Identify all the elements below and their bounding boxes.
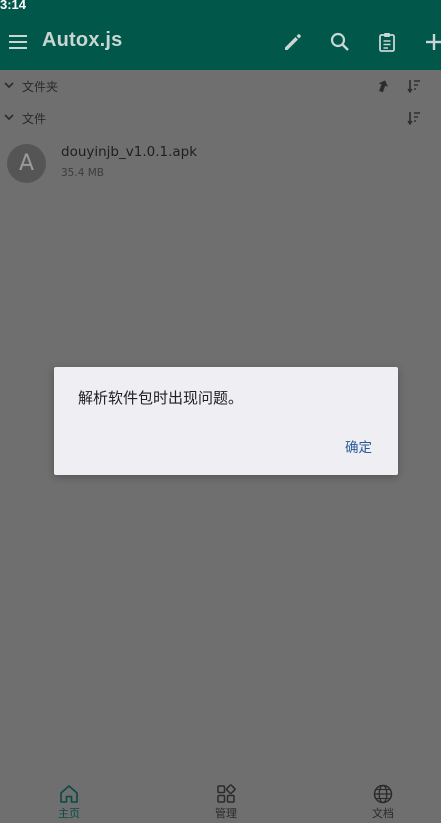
nav-item-docs[interactable]: 文档 (343, 775, 423, 823)
file-name: douyinjb_v1.0.1.apk (61, 144, 198, 160)
section-folders[interactable]: 文件夹 (0, 70, 441, 102)
status-bar: 3:14 (0, 0, 441, 14)
add-icon[interactable] (423, 31, 441, 53)
dialog-message: 解析软件包时出现问题。 (78, 389, 244, 407)
clipboard-icon[interactable] (376, 31, 398, 53)
list-item[interactable]: A douyinjb_v1.0.1.apk 35.4 MB (0, 134, 441, 190)
edit-icon[interactable] (282, 31, 304, 53)
file-size: 35.4 MB (61, 167, 104, 179)
menu-icon[interactable] (9, 35, 27, 49)
ok-button[interactable]: 确定 (345, 436, 372, 456)
app-title: Autox.js (42, 29, 123, 51)
sort-icon[interactable] (407, 111, 421, 125)
chevron-down-icon[interactable] (4, 113, 14, 121)
nav-item-home[interactable]: 主页 (29, 775, 109, 823)
nav-label-home: 主页 (58, 807, 80, 820)
status-time: 3:14 (0, 0, 27, 12)
globe-icon (373, 784, 393, 804)
grid-icon (217, 784, 236, 803)
bottom-nav: 主页 管理 文档 (0, 775, 441, 823)
home-icon (60, 785, 78, 803)
app-toolbar: Autox.js (0, 14, 441, 70)
chevron-down-icon[interactable] (4, 81, 14, 89)
upload-icon[interactable] (376, 79, 390, 93)
nav-item-manage[interactable]: 管理 (186, 775, 266, 823)
section-files[interactable]: 文件 (0, 102, 441, 134)
sort-icon[interactable] (407, 79, 421, 93)
section-folders-label: 文件夹 (22, 80, 59, 94)
search-icon[interactable] (329, 31, 351, 53)
avatar: A (7, 144, 46, 183)
nav-label-docs: 文档 (372, 807, 394, 820)
section-files-label: 文件 (22, 112, 47, 126)
error-dialog: 解析软件包时出现问题。 确定 (54, 367, 398, 475)
nav-label-manage: 管理 (215, 807, 237, 820)
